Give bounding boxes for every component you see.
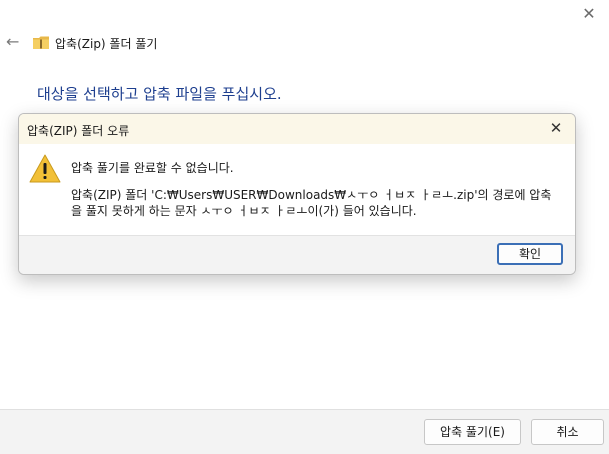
cancel-button[interactable]: 취소 [531, 419, 604, 445]
dialog-footer [19, 235, 575, 274]
back-arrow-icon[interactable]: ← [6, 34, 22, 50]
dialog-titlebar: 압축(ZIP) 폴더 오류 ✕ [19, 114, 575, 144]
error-detail: 압축(ZIP) 폴더 'C:₩Users₩USER₩Downloads₩ㅅㅜㅇ … [71, 188, 552, 218]
warning-icon [29, 154, 61, 183]
close-icon[interactable]: ✕ [579, 4, 599, 24]
close-icon[interactable]: ✕ [547, 119, 565, 137]
wizard-heading: 대상을 선택하고 압축 파일을 푸십시오. [37, 85, 282, 103]
dialog-title: 압축(ZIP) 폴더 오류 [27, 124, 130, 138]
wizard-title: 압축(Zip) 폴더 풀기 [55, 37, 158, 51]
extract-button[interactable]: 압축 풀기(E) [424, 419, 521, 445]
error-dialog: 압축(ZIP) 폴더 오류 ✕ 압축 풀기를 완료할 수 없습니다. 압축(ZI… [18, 113, 576, 275]
ok-button[interactable]: 확인 [497, 243, 563, 265]
error-message: 압축 풀기를 완료할 수 없습니다. [71, 161, 234, 175]
zip-folder-icon [33, 36, 49, 49]
